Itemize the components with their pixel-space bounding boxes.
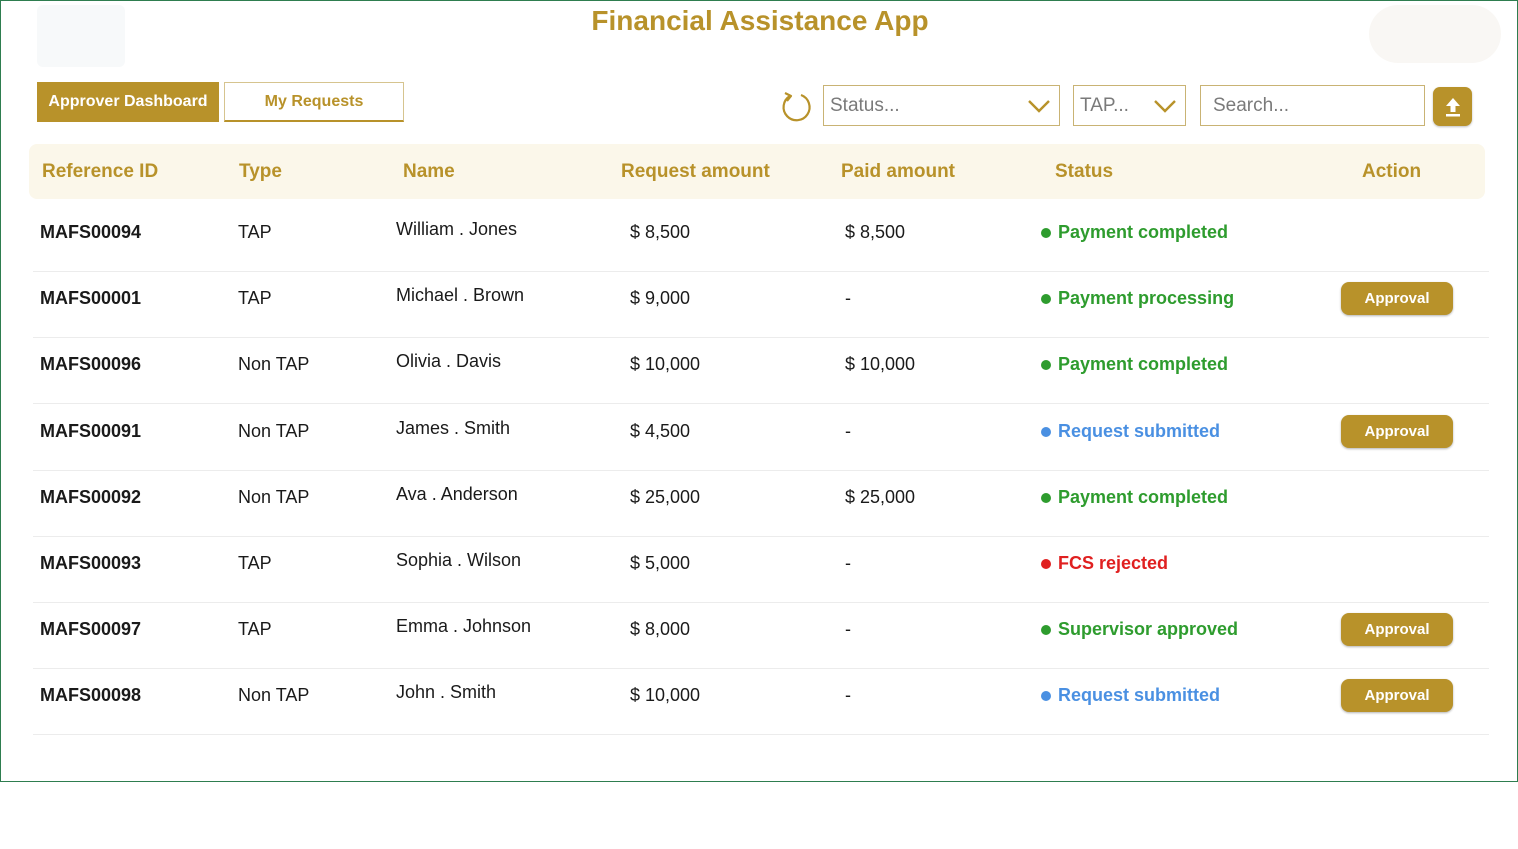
type-cell: TAP <box>238 222 272 242</box>
status-dot-icon <box>1041 624 1051 635</box>
reference-id-cell: MAFS00093 <box>40 553 142 573</box>
status-badge: Request submitted <box>1058 685 1221 705</box>
paid-amount-cell: $ 10,000 <box>845 354 916 374</box>
name-cell: James . Smith <box>396 418 511 438</box>
table-row[interactable]: MAFS00098 Non TAP John . Smith $ 10,000 - Req… <box>33 668 1489 735</box>
tab-my-requests[interactable]: My Requests <box>224 82 404 122</box>
request-amount-cell: $ 10,000 <box>630 685 701 705</box>
request-amount-cell: $ 4,500 <box>630 421 691 441</box>
table-row[interactable]: MAFS00091 Non TAP James . Smith $ 4,500 - Req… <box>33 404 1489 471</box>
search-input[interactable] <box>1200 85 1425 126</box>
status-filter-placeholder: Status... <box>830 94 900 116</box>
app-frame: Financial Assistance App Approver Dashbo… <box>0 0 1518 782</box>
request-amount-cell: $ 5,000 <box>630 553 691 573</box>
approval-button[interactable]: Approval <box>1341 415 1453 448</box>
status-dot-icon <box>1041 690 1051 701</box>
header-type[interactable]: Type <box>239 144 282 199</box>
type-cell: TAP <box>238 619 272 639</box>
header-reference-id[interactable]: Reference ID <box>42 144 158 199</box>
request-amount-cell: $ 8,500 <box>630 222 691 242</box>
type-cell: Non TAP <box>238 685 310 705</box>
type-cell: Non TAP <box>238 487 310 507</box>
paid-amount-cell: $ 25,000 <box>845 487 916 507</box>
status-cell: Payment completed <box>1041 487 1228 508</box>
status-cell: Payment completed <box>1041 222 1228 243</box>
table-row[interactable]: MAFS00096 Non TAP Olivia . Davis $ 10,000 $ … <box>33 337 1489 404</box>
status-dot-icon <box>1041 558 1051 569</box>
reference-id-cell: MAFS00091 <box>40 421 142 441</box>
refresh-icon[interactable] <box>779 89 813 123</box>
table-row[interactable]: MAFS00093 TAP Sophia . Wilson $ 5,000 - FCS r… <box>33 536 1489 603</box>
status-cell: Payment processing <box>1041 288 1234 309</box>
paid-amount-cell: - <box>845 553 851 573</box>
header-status[interactable]: Status <box>1055 144 1113 199</box>
paid-amount-cell: - <box>845 619 851 639</box>
paid-amount-cell: - <box>845 421 851 441</box>
reference-id-cell: MAFS00097 <box>40 619 142 639</box>
status-dot-icon <box>1041 227 1051 238</box>
status-cell: Payment completed <box>1041 354 1228 375</box>
status-badge: FCS rejected <box>1058 553 1169 573</box>
approval-button[interactable]: Approval <box>1341 613 1453 646</box>
request-amount-cell: $ 8,000 <box>630 619 691 639</box>
header-request-amount[interactable]: Request amount <box>621 144 770 199</box>
status-badge: Supervisor approved <box>1058 619 1239 639</box>
type-cell: TAP <box>238 553 272 573</box>
header-action: Action <box>1362 161 1422 182</box>
type-filter-placeholder: TAP... <box>1080 94 1129 116</box>
status-cell: Request submitted <box>1041 421 1220 442</box>
status-filter-dropdown[interactable]: Status... <box>823 85 1060 126</box>
reference-id-cell: MAFS00096 <box>40 354 142 374</box>
name-cell: Emma . Johnson <box>396 616 532 636</box>
table-row[interactable]: MAFS00097 TAP Emma . Johnson $ 8,000 - Superv… <box>33 602 1489 669</box>
header-name[interactable]: Name <box>403 144 455 199</box>
type-cell: Non TAP <box>238 354 310 374</box>
request-amount-cell: $ 9,000 <box>630 288 691 308</box>
chevron-down-icon <box>1028 100 1050 113</box>
status-badge: Payment completed <box>1058 354 1229 374</box>
request-amount-cell: $ 10,000 <box>630 354 701 374</box>
upload-icon <box>1445 97 1460 116</box>
name-cell: Sophia . Wilson <box>396 550 522 570</box>
status-cell: Supervisor approved <box>1041 619 1238 640</box>
name-cell: Olivia . Davis <box>396 351 502 371</box>
reference-id-cell: MAFS00094 <box>40 222 142 242</box>
type-cell: TAP <box>238 288 272 308</box>
status-dot-icon <box>1041 359 1051 370</box>
type-cell: Non TAP <box>238 421 310 441</box>
upload-button[interactable] <box>1433 87 1472 126</box>
status-cell: Request submitted <box>1041 685 1220 706</box>
status-badge: Payment processing <box>1058 288 1235 308</box>
app-title: Financial Assistance App <box>591 5 929 36</box>
status-dot-icon <box>1041 426 1051 437</box>
request-amount-cell: $ 25,000 <box>630 487 701 507</box>
header-paid-amount[interactable]: Paid amount <box>841 144 955 199</box>
approval-button[interactable]: Approval <box>1341 282 1453 315</box>
status-dot-icon <box>1041 492 1051 503</box>
tab-approver-dashboard[interactable]: Approver Dashboard <box>37 82 219 122</box>
name-cell: John . Smith <box>396 682 497 702</box>
type-filter-dropdown[interactable]: TAP... <box>1073 85 1186 126</box>
table-header: Reference ID Type Name Request amount Pa… <box>29 144 1485 199</box>
name-cell: Michael . Brown <box>396 285 525 305</box>
paid-amount-cell: - <box>845 685 851 705</box>
reference-id-cell: MAFS00092 <box>40 487 142 507</box>
chevron-down-icon <box>1154 100 1176 113</box>
status-badge: Payment completed <box>1058 222 1229 242</box>
name-cell: Ava . Anderson <box>396 484 518 504</box>
table-row[interactable]: MAFS00001 TAP Michael . Brown $ 9,000 - Payme… <box>33 271 1489 338</box>
status-badge: Request submitted <box>1058 421 1221 441</box>
table-row[interactable]: MAFS00092 Non TAP Ava . Anderson $ 25,000 $ … <box>33 470 1489 537</box>
table-row[interactable]: MAFS00094 TAP William . Jones $ 8,500 $ 8,50… <box>33 205 1489 272</box>
name-cell: William . Jones <box>396 219 518 239</box>
reference-id-cell: MAFS00001 <box>40 288 142 308</box>
reference-id-cell: MAFS00098 <box>40 685 142 705</box>
paid-amount-cell: $ 8,500 <box>845 222 906 242</box>
status-cell: FCS rejected <box>1041 553 1168 574</box>
status-dot-icon <box>1041 293 1051 304</box>
status-badge: Payment completed <box>1058 487 1229 507</box>
paid-amount-cell: - <box>845 288 851 308</box>
approval-button[interactable]: Approval <box>1341 679 1453 712</box>
